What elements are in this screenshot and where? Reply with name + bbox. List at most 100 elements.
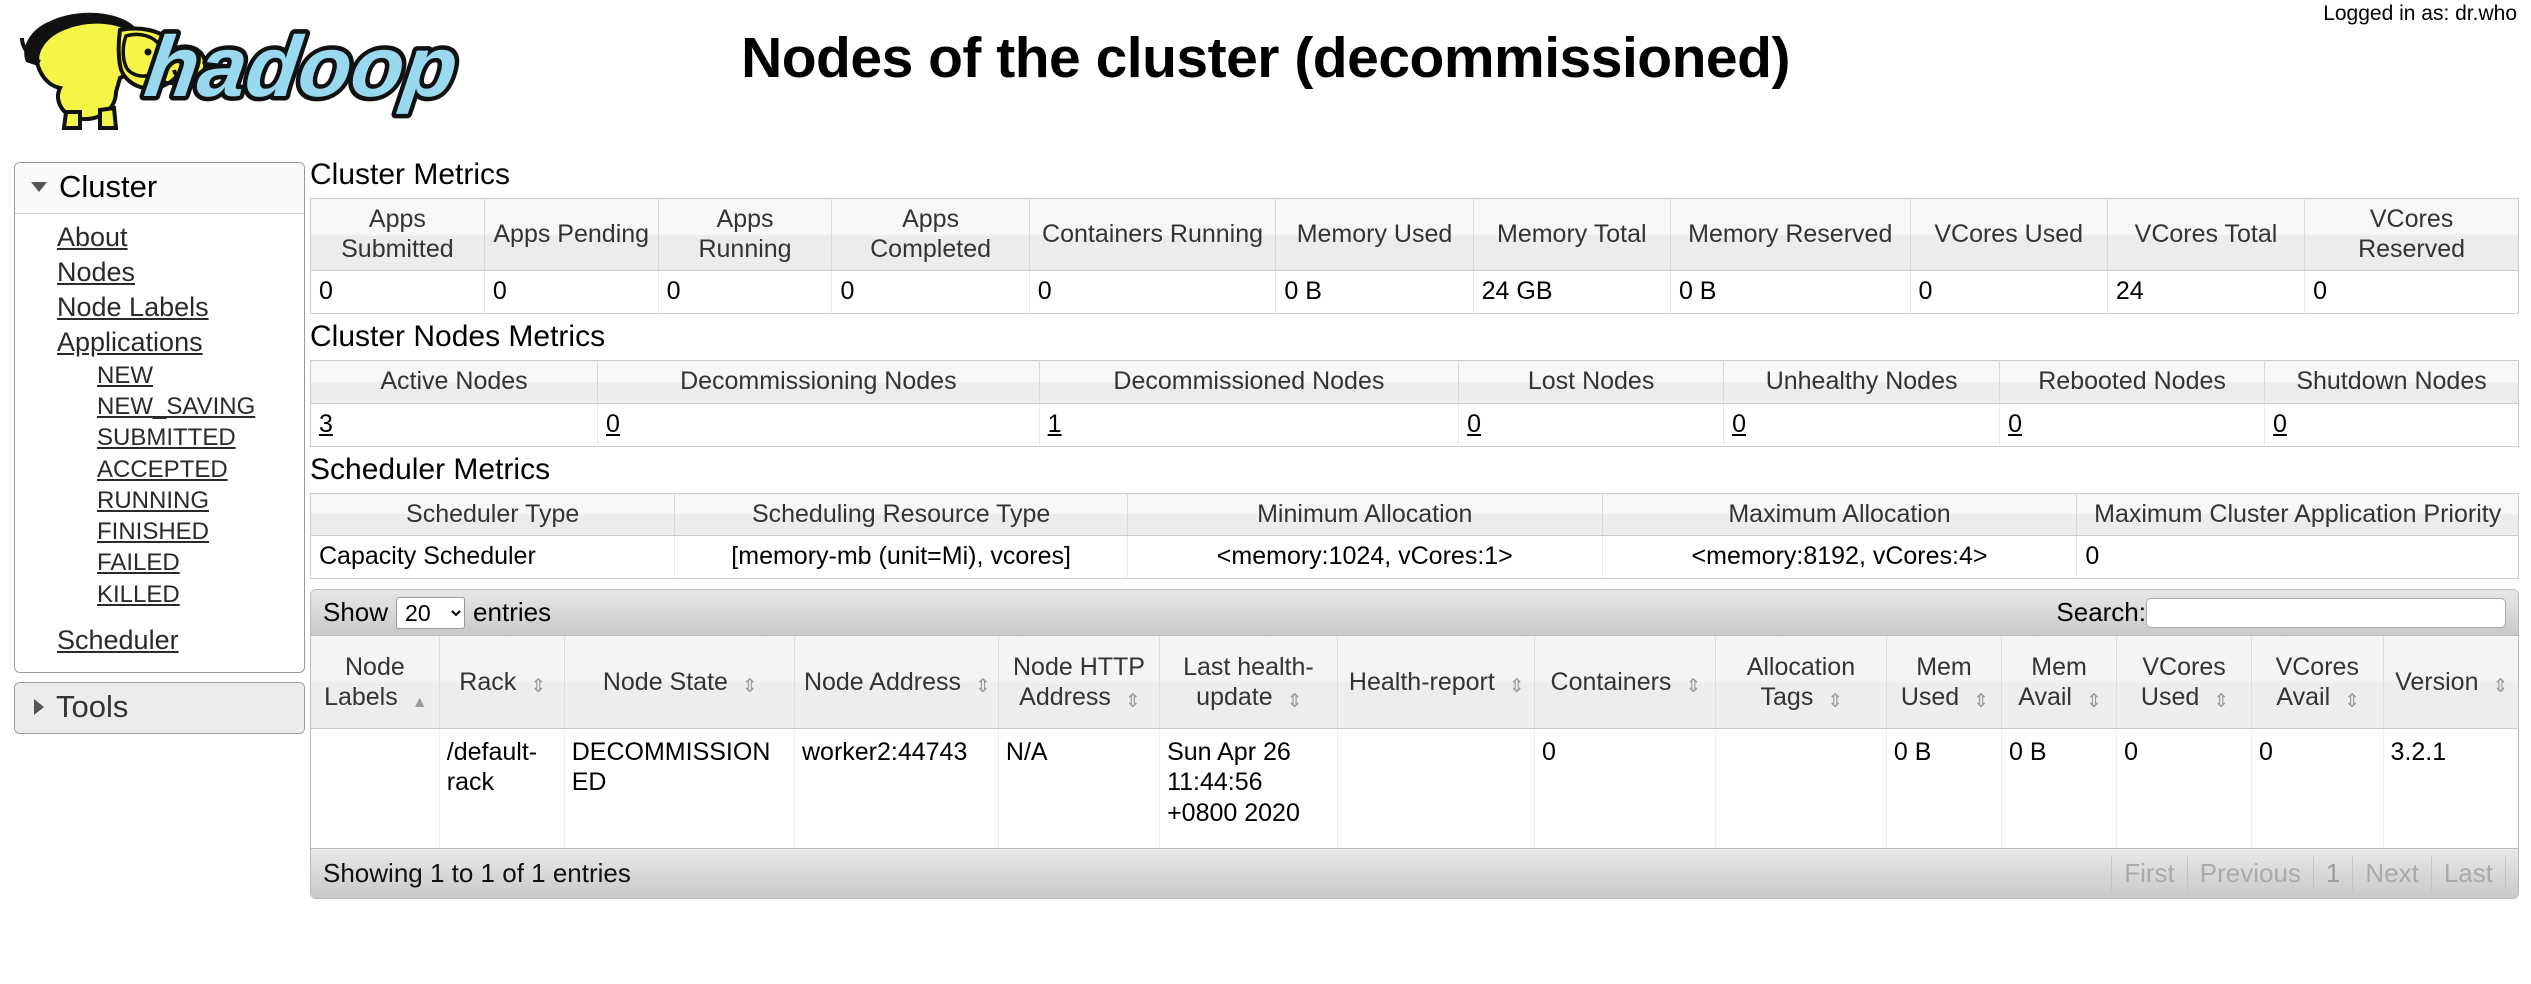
nav-block-cluster: Cluster About Nodes Node Labels Applicat… — [14, 162, 305, 673]
col-mem-avail-label: Mem Avail — [2018, 652, 2087, 711]
col-maximum-cluster-application-priority[interactable]: Maximum Cluster Application Priority — [2076, 493, 2519, 536]
sidebar-section-cluster-label: Cluster — [59, 169, 158, 204]
pagination-page-1[interactable]: 1 — [2314, 856, 2354, 891]
col-containers[interactable]: Containers ⇕ — [1534, 636, 1716, 729]
cell-vcores-avail: 0 — [2251, 728, 2384, 848]
scheduler-metrics-title: Scheduler Metrics — [310, 452, 551, 486]
col-vcores-avail[interactable]: VCores Avail ⇕ — [2251, 636, 2384, 729]
col-memory-total[interactable]: Memory Total — [1473, 198, 1671, 271]
sort-both-icon: ⇕ — [974, 675, 991, 697]
cell-mem-used: 0 B — [1886, 728, 2003, 848]
show-label: Show — [323, 597, 389, 627]
page-title: Nodes of the cluster (decommissioned) — [741, 26, 1790, 90]
pagination-next[interactable]: Next — [2353, 856, 2432, 891]
cell-node-state: DECOMMISSIONED — [564, 728, 795, 848]
col-apps-running[interactable]: Apps Running — [658, 198, 833, 271]
link-rebooted-nodes[interactable]: 0 — [2008, 410, 2022, 438]
val-maximum-cluster-application-priority: 0 — [2076, 535, 2519, 579]
col-node-state[interactable]: Node State ⇕ — [564, 636, 795, 729]
page-length-select[interactable]: 20 40 60 80 100 — [396, 596, 466, 629]
search-input[interactable] — [2146, 597, 2506, 628]
datatable-toolbar: Show 20 40 60 80 100 entries Search: — [311, 590, 2518, 636]
col-vcores-used[interactable]: VCores Used — [1910, 198, 2108, 271]
link-decommissioning-nodes[interactable]: 0 — [606, 410, 620, 438]
val-memory-reserved: 0 B — [1670, 270, 1911, 314]
col-apps-completed[interactable]: Apps Completed — [831, 198, 1030, 271]
col-mem-avail[interactable]: Mem Avail ⇕ — [2001, 636, 2118, 729]
sidebar-item-app-submitted[interactable]: SUBMITTED — [15, 422, 304, 453]
col-unhealthy-nodes[interactable]: Unhealthy Nodes — [1723, 360, 2001, 404]
col-health-report-label: Health-report — [1348, 667, 1495, 696]
sidebar-item-scheduler[interactable]: Scheduler — [15, 623, 304, 658]
cell-node-labels — [311, 728, 440, 848]
caret-right-icon — [34, 698, 44, 715]
sidebar-item-app-failed[interactable]: FAILED — [15, 547, 304, 578]
sidebar-item-nodes[interactable]: Nodes — [15, 255, 304, 290]
col-containers-running[interactable]: Containers Running — [1029, 198, 1277, 271]
sidebar-item-app-finished[interactable]: FINISHED — [15, 516, 304, 547]
link-unhealthy-nodes[interactable]: 0 — [1732, 410, 1746, 438]
col-lost-nodes[interactable]: Lost Nodes — [1458, 360, 1725, 404]
pagination: First Previous 1 Next Last — [2111, 856, 2506, 891]
col-rack[interactable]: Rack ⇕ — [439, 636, 565, 729]
entries-label: entries — [473, 597, 552, 627]
col-memory-reserved[interactable]: Memory Reserved — [1670, 198, 1911, 271]
sidebar-item-applications[interactable]: Applications — [15, 325, 304, 360]
sidebar-item-app-running[interactable]: RUNNING — [15, 485, 304, 516]
col-active-nodes[interactable]: Active Nodes — [310, 360, 599, 404]
link-shutdown-nodes[interactable]: 0 — [2273, 410, 2287, 438]
col-decommissioned-nodes[interactable]: Decommissioned Nodes — [1039, 360, 1460, 404]
col-apps-pending[interactable]: Apps Pending — [484, 198, 659, 271]
col-mem-used[interactable]: Mem Used ⇕ — [1886, 636, 2003, 729]
col-node-state-label: Node State — [602, 667, 728, 696]
sidebar-item-app-new-saving[interactable]: NEW_SAVING — [15, 391, 304, 422]
nodes-datatable: Show 20 40 60 80 100 entries Search: — [310, 589, 2519, 899]
col-node-address[interactable]: Node Address ⇕ — [794, 636, 999, 729]
val-apps-submitted: 0 — [310, 270, 485, 314]
col-scheduler-type[interactable]: Scheduler Type — [310, 493, 676, 536]
col-vcores-used[interactable]: VCores Used ⇕ — [2116, 636, 2252, 729]
sidebar-item-app-new[interactable]: NEW — [15, 360, 304, 391]
pagination-first[interactable]: First — [2111, 856, 2188, 891]
pagination-previous[interactable]: Previous — [2188, 856, 2314, 891]
col-last-health-update[interactable]: Last health-update ⇕ — [1159, 636, 1338, 729]
sidebar-section-tools[interactable]: Tools — [15, 682, 304, 733]
link-decommissioned-nodes[interactable]: 1 — [1048, 410, 1062, 438]
sidebar-item-about[interactable]: About — [15, 220, 304, 255]
col-apps-submitted[interactable]: Apps Submitted — [310, 198, 485, 271]
col-node-http-address[interactable]: Node HTTP Address ⇕ — [998, 636, 1161, 729]
table-header-row: Active Nodes Decommissioning Nodes Decom… — [310, 360, 2519, 404]
link-active-nodes[interactable]: 3 — [319, 410, 333, 438]
sidebar-item-node-labels[interactable]: Node Labels — [15, 290, 304, 325]
col-vcores-total[interactable]: VCores Total — [2107, 198, 2306, 271]
col-node-labels[interactable]: Node Labels ▲ — [311, 636, 440, 729]
col-memory-used[interactable]: Memory Used — [1275, 198, 1474, 271]
sidebar-section-cluster[interactable]: Cluster — [15, 163, 304, 214]
col-decommissioning-nodes[interactable]: Decommissioning Nodes — [597, 360, 1040, 404]
sidebar-item-app-accepted[interactable]: ACCEPTED — [15, 454, 304, 485]
col-version[interactable]: Version ⇕ — [2383, 636, 2518, 729]
sort-both-icon: ⇕ — [1286, 690, 1303, 712]
cell-node-address: worker2:44743 — [794, 728, 999, 848]
main-content: Cluster Metrics Apps Submitted Apps Pend… — [305, 150, 2531, 899]
val-containers-running: 0 — [1029, 270, 1277, 314]
sidebar-item-app-killed[interactable]: KILLED — [15, 579, 304, 610]
col-scheduling-resource-type[interactable]: Scheduling Resource Type — [674, 493, 1128, 536]
col-vcores-reserved[interactable]: VCores Reserved — [2304, 198, 2519, 271]
col-allocation-tags[interactable]: Allocation Tags ⇕ — [1715, 636, 1887, 729]
col-health-report[interactable]: Health-report ⇕ — [1337, 636, 1536, 729]
col-maximum-allocation[interactable]: Maximum Allocation — [1602, 493, 2078, 536]
col-shutdown-nodes[interactable]: Shutdown Nodes — [2264, 360, 2519, 404]
col-rebooted-nodes[interactable]: Rebooted Nodes — [1999, 360, 2266, 404]
link-lost-nodes[interactable]: 0 — [1467, 410, 1481, 438]
cell-version: 3.2.1 — [2383, 728, 2518, 848]
sort-both-icon: ⇕ — [1124, 690, 1141, 712]
val-apps-running: 0 — [658, 270, 833, 314]
sidebar: Cluster About Nodes Node Labels Applicat… — [0, 150, 305, 743]
table-row: 0 0 0 0 0 0 B 24 GB 0 B 0 24 0 — [310, 270, 2519, 314]
pagination-last[interactable]: Last — [2432, 856, 2506, 891]
search-label: Search: — [2056, 597, 2146, 627]
col-minimum-allocation[interactable]: Minimum Allocation — [1127, 493, 1603, 536]
cell-allocation-tags — [1715, 728, 1887, 848]
